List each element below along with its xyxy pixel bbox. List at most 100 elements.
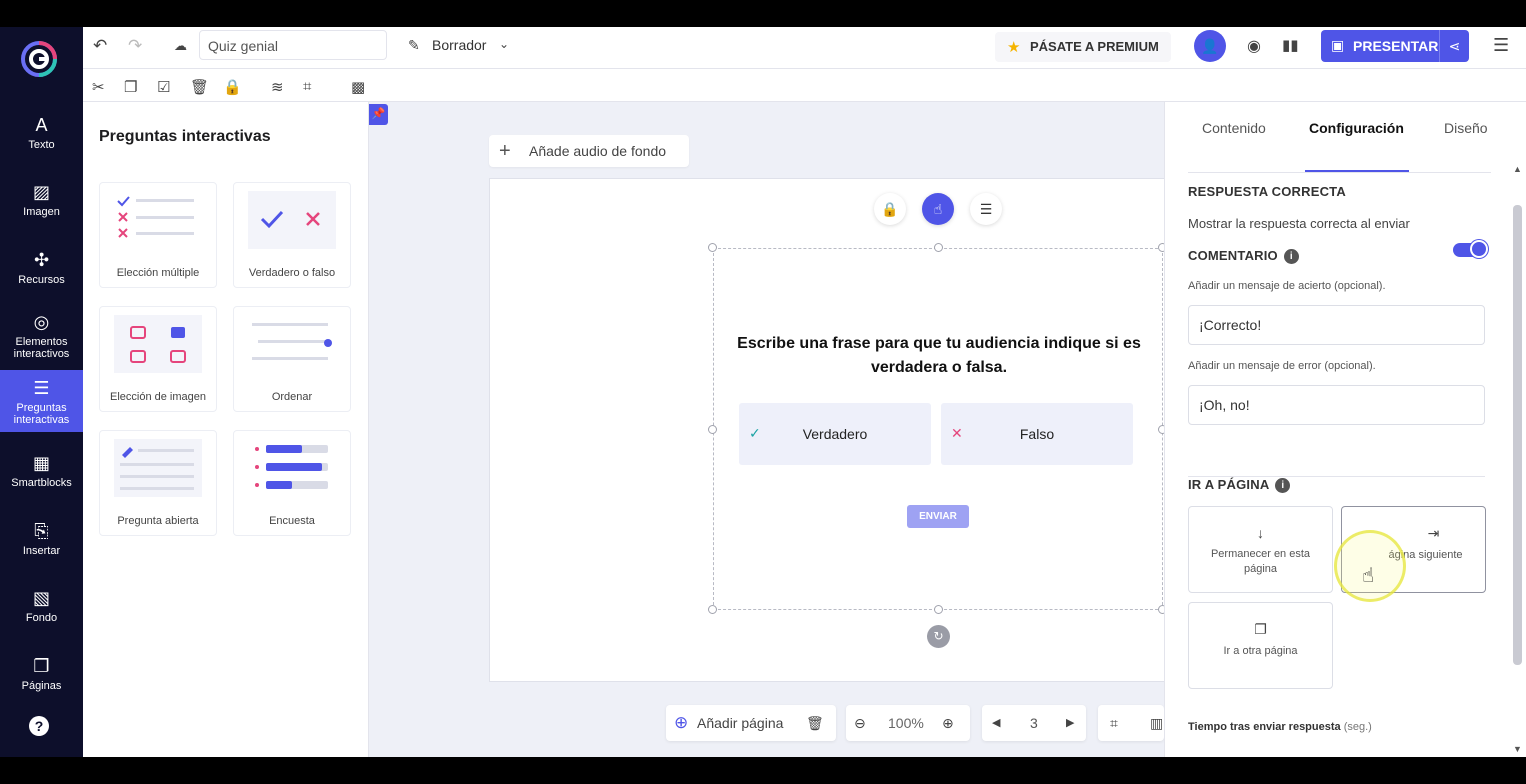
background-icon: ▧ (32, 588, 50, 608)
redo-icon[interactable]: ↷ (128, 36, 142, 56)
premium-button[interactable]: ★ PÁSATE A PREMIUM (995, 32, 1171, 62)
chevron-down-icon[interactable]: ⌄ (499, 37, 509, 51)
submit-button[interactable]: ENVIAR (907, 505, 969, 528)
present-label: PRESENTAR (1353, 38, 1439, 54)
add-page-button[interactable]: Añadir página (697, 705, 783, 741)
audio-label: Añade audio de fondo (529, 143, 667, 159)
card-true-false[interactable]: Verdadero o falso (233, 182, 351, 288)
nav-label: Insertar (22, 545, 61, 557)
scrollbar-thumb[interactable] (1513, 205, 1522, 665)
pin-panel-icon[interactable]: 📌 (369, 104, 388, 125)
nav-item-paginas[interactable]: ❐ Páginas (0, 656, 83, 692)
genially-logo (21, 41, 57, 77)
success-message-input[interactable]: ¡Correcto! (1188, 305, 1485, 345)
add-collaborator-button[interactable]: 👤 (1194, 30, 1226, 62)
crop-icon[interactable]: ⌗ (303, 78, 311, 95)
card-label: Ordenar (271, 391, 313, 403)
nav-item-fondo[interactable]: ▧ Fondo (0, 588, 83, 624)
undo-icon[interactable]: ↶ (93, 36, 107, 56)
zoom-bar: ⊖ 100% ⊕ (846, 705, 970, 741)
hamburger-menu-icon[interactable]: ☰ (1493, 35, 1509, 56)
add-background-audio-button[interactable]: + Añade audio de fondo (489, 135, 689, 167)
help-button[interactable]: ? (29, 716, 49, 736)
card-image-choice[interactable]: Elección de imagen (99, 306, 217, 412)
option-true[interactable]: ✓ Verdadero (739, 403, 931, 465)
document-name-input[interactable]: Quiz genial (199, 30, 387, 60)
resize-handle[interactable] (934, 605, 943, 614)
image-choice-thumbnail (114, 315, 202, 373)
comment-heading-text: COMENTARIO (1188, 248, 1278, 263)
view-bar: ⌗ ▥ (1098, 705, 1164, 741)
goto-other-option[interactable]: ❐ Ir a otra página (1188, 602, 1333, 689)
interactive-questions-panel: Preguntas interactivas Elección múltiple… (83, 102, 369, 757)
card-label: Elección de imagen (109, 391, 206, 403)
info-icon[interactable]: i (1275, 478, 1291, 493)
rotate-handle-icon[interactable]: ↻ (927, 625, 950, 648)
zoom-level: 100% (888, 715, 924, 731)
present-icon: ▣ (1331, 37, 1345, 53)
pages-icon: ❐ (33, 656, 50, 676)
nav-label: Preguntas interactivas (13, 402, 70, 426)
lock-element-button[interactable]: 🔒 (874, 193, 906, 225)
prev-page-icon[interactable]: ◀ (992, 705, 1000, 741)
interactivity-button[interactable]: ☝ (922, 193, 954, 225)
question-text[interactable]: Escribe una frase para que tu audiencia … (736, 332, 1142, 380)
stats-icon[interactable]: ▮▮ (1282, 36, 1299, 54)
cloud-icon: ☁ (174, 38, 187, 53)
card-ordering[interactable]: Ordenar (233, 306, 351, 412)
share-button[interactable]: ⋖ (1439, 30, 1469, 62)
delete-icon[interactable]: 🗑 (190, 78, 209, 96)
present-button[interactable]: ▣ PRESENTAR (1321, 30, 1439, 62)
info-icon[interactable]: i (1283, 249, 1299, 264)
settings-sliders-button[interactable]: ☰ (970, 193, 1002, 225)
layout-icon[interactable]: ▥ (1150, 705, 1163, 741)
layers-icon[interactable]: ≋ (271, 78, 284, 96)
error-message-input[interactable]: ¡Oh, no! (1188, 385, 1485, 425)
option-false[interactable]: ✕ Falso (941, 403, 1133, 465)
tabs-divider (1188, 172, 1491, 173)
nav-label: Imagen (23, 206, 60, 218)
card-open-question[interactable]: Pregunta abierta (99, 430, 217, 536)
nav-item-elementos-interactivos[interactable]: ◎ Elementos interactivos (0, 312, 83, 360)
scroll-up-icon[interactable]: ▲ (1513, 164, 1522, 174)
nav-item-texto[interactable]: A Texto (0, 115, 83, 151)
nav-item-preguntas-interactivas[interactable]: ☰ Preguntas interactivas (0, 370, 83, 432)
nav-item-recursos[interactable]: ✣ Recursos (0, 250, 83, 286)
nav-item-smartblocks[interactable]: ▦ Smartblocks (0, 453, 83, 489)
transparency-icon[interactable]: ▩ (351, 78, 365, 96)
pages-stack-icon: ❐ (1254, 621, 1267, 637)
star-icon: ★ (1007, 39, 1021, 56)
pencil-icon: ✎ (408, 37, 420, 53)
ordering-thumbnail (252, 323, 332, 360)
multiple-choice-thumbnail (117, 196, 194, 238)
goto-stay-option[interactable]: ↓ Permanecer en esta página (1188, 506, 1333, 593)
zoom-out-icon[interactable]: ⊖ (854, 705, 866, 741)
resize-handle[interactable] (708, 243, 717, 252)
option-label: Verdadero (802, 426, 868, 442)
next-page-icon[interactable]: ▶ (1066, 705, 1074, 741)
nav-item-insertar[interactable]: ⎘ Insertar (0, 521, 83, 557)
zoom-in-icon[interactable]: ⊕ (942, 705, 954, 741)
grid-icon[interactable]: ⌗ (1110, 705, 1118, 741)
resize-handle[interactable] (708, 425, 717, 434)
scroll-down-icon[interactable]: ▼ (1513, 744, 1522, 754)
preview-eye-icon[interactable]: ◉ (1247, 36, 1261, 56)
show-correct-toggle[interactable] (1453, 240, 1488, 258)
delete-page-icon[interactable]: 🗑 (806, 705, 824, 741)
open-question-thumbnail (114, 439, 202, 497)
resize-handle[interactable] (708, 605, 717, 614)
tab-configuracion[interactable]: Configuración (1309, 120, 1404, 136)
card-survey[interactable]: Encuesta (233, 430, 351, 536)
duplicate-icon[interactable]: ❐ (124, 78, 137, 96)
lock-icon[interactable]: 🔒 (223, 78, 242, 96)
add-page-bar: ⊕ Añadir página 🗑 (666, 705, 836, 741)
tab-contenido[interactable]: Contenido (1202, 120, 1266, 136)
select-all-icon[interactable]: ☑ (157, 78, 170, 96)
card-multiple-choice[interactable]: Elección múltiple (99, 182, 217, 288)
nav-item-imagen[interactable]: ▨ Imagen (0, 182, 83, 218)
status-dropdown[interactable]: Borrador (432, 37, 486, 53)
resize-handle[interactable] (934, 243, 943, 252)
tab-diseno[interactable]: Diseño (1444, 120, 1488, 136)
cut-icon[interactable]: ✂ (92, 78, 105, 96)
goto-option-label: Permanecer en esta página (1210, 548, 1311, 575)
